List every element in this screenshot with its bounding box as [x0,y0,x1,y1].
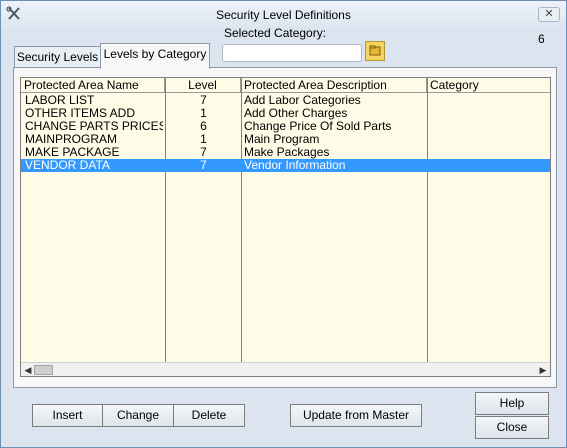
selected-category-input[interactable] [222,44,362,62]
cell-name: MAKE PACKAGE [25,146,120,159]
column-header-category[interactable]: Category [427,78,550,93]
security-level-window: Security Level Definitions ✕ 6 Selected … [0,0,567,448]
column-header-description[interactable]: Protected Area Description [241,78,427,93]
cell-level: 7 [200,159,207,172]
cell-description: Add Labor Categories [244,94,361,107]
update-from-master-button[interactable]: Update from Master [290,404,422,427]
cell-level: 1 [200,133,207,146]
title-bar[interactable]: Security Level Definitions ✕ [1,1,566,27]
delete-button[interactable]: Delete [173,404,245,427]
help-button[interactable]: Help [475,392,549,415]
insert-button[interactable]: Insert [32,404,103,427]
table-row[interactable]: MAINPROGRAM 1 Main Program [21,133,550,146]
cell-level: 7 [200,94,207,107]
arrow-left-icon[interactable]: ◀ [22,364,34,376]
protected-areas-grid[interactable]: Protected Area Name Level Protected Area… [20,77,551,377]
cell-name: MAINPROGRAM [25,133,118,146]
table-row[interactable]: LABOR LIST 7 Add Labor Categories [21,94,550,107]
cell-description: Add Other Charges [244,107,348,120]
cell-level: 7 [200,146,207,159]
tab-levels-by-category[interactable]: Levels by Category [100,43,210,69]
cell-level: 1 [200,107,207,120]
table-row-selected[interactable]: VENDOR DATA 7 Vendor Information [21,159,550,172]
scroll-thumb[interactable] [34,365,53,375]
cell-name: OTHER ITEMS ADD [25,107,136,120]
column-header-name[interactable]: Protected Area Name [21,78,165,93]
tab-security-levels[interactable]: Security Levels [14,46,101,68]
cell-description: Change Price Of Sold Parts [244,120,392,133]
close-button[interactable]: Close [475,416,549,439]
column-header-level[interactable]: Level [165,78,241,93]
record-count: 6 [538,32,545,46]
folder-icon[interactable] [365,41,385,61]
close-icon[interactable]: ✕ [538,7,560,22]
horizontal-scrollbar[interactable]: ◀ ▶ [21,362,550,376]
selected-category-label: Selected Category: [224,26,327,40]
cell-name: CHANGE PARTS PRICES [25,120,163,133]
window-title: Security Level Definitions [216,8,351,22]
table-row[interactable]: MAKE PACKAGE 7 Make Packages [21,146,550,159]
cell-description: Make Packages [244,146,330,159]
cell-description: Vendor Information [244,159,346,172]
change-button[interactable]: Change [102,404,174,427]
cell-level: 6 [200,120,207,133]
table-row[interactable]: CHANGE PARTS PRICES 6 Change Price Of So… [21,120,550,133]
table-row[interactable]: OTHER ITEMS ADD 1 Add Other Charges [21,107,550,120]
cell-name: VENDOR DATA [25,159,110,172]
arrow-right-icon[interactable]: ▶ [537,364,549,376]
cell-description: Main Program [244,133,320,146]
cell-name: LABOR LIST [25,94,95,107]
